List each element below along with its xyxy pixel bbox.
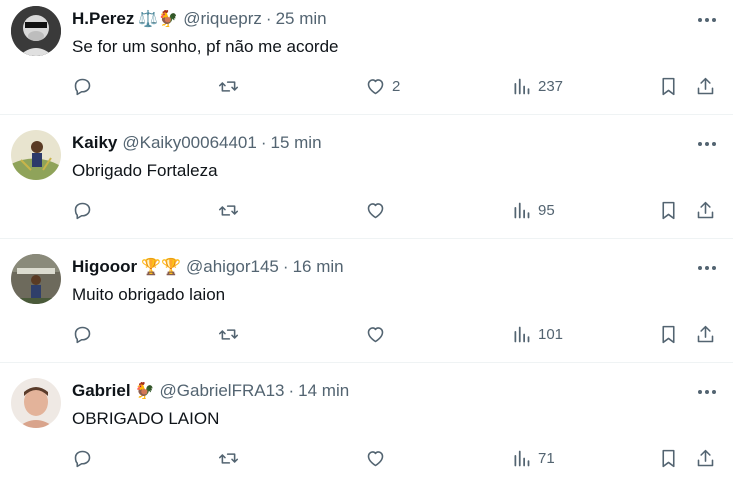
tweet[interactable]: Kaiky @Kaiky00064401 · 15 min Obrigado F… bbox=[0, 115, 733, 239]
retweet-button[interactable] bbox=[218, 76, 239, 97]
retweet-icon bbox=[218, 205, 239, 216]
author-emoji: ⚖️🐓 bbox=[138, 11, 179, 28]
reply-icon bbox=[74, 450, 91, 468]
like-button[interactable] bbox=[365, 200, 386, 221]
more-icon[interactable] bbox=[695, 132, 719, 156]
retweet-button[interactable] bbox=[218, 448, 239, 469]
tweet-text: Obrigado Fortaleza bbox=[72, 161, 218, 180]
retweet-button[interactable] bbox=[218, 200, 239, 221]
author-handle[interactable]: @Kaiky00064401 bbox=[122, 133, 256, 153]
author-name[interactable]: Gabriel bbox=[72, 381, 131, 401]
views-icon bbox=[514, 78, 530, 95]
reply-icon bbox=[74, 202, 91, 220]
tweet-text: Muito obrigado laion bbox=[72, 285, 226, 304]
reply-button[interactable] bbox=[72, 200, 93, 221]
views-button[interactable]: 101 bbox=[511, 324, 563, 345]
author-handle[interactable]: @ahigor145 bbox=[186, 257, 279, 277]
avatar[interactable] bbox=[11, 254, 61, 304]
share-icon bbox=[697, 325, 714, 343]
share-button[interactable] bbox=[695, 200, 716, 221]
reply-button[interactable] bbox=[72, 76, 93, 97]
retweet-icon bbox=[218, 329, 239, 340]
share-button[interactable] bbox=[695, 76, 716, 97]
author-name[interactable]: Kaiky bbox=[72, 133, 117, 153]
more-icon[interactable] bbox=[695, 256, 719, 280]
share-icon bbox=[697, 201, 714, 219]
bookmark-button[interactable] bbox=[658, 200, 679, 221]
bookmark-icon bbox=[662, 449, 675, 468]
share-button[interactable] bbox=[695, 448, 716, 469]
tweet[interactable]: Higooor 🏆🏆 @ahigor145 · 16 min Muito obr… bbox=[0, 239, 733, 363]
retweet-icon bbox=[218, 453, 239, 464]
author-name[interactable]: H.Perez bbox=[72, 9, 134, 29]
bookmark-icon bbox=[662, 325, 675, 344]
tweet-text: Se for um sonho, pf não me acorde bbox=[72, 37, 339, 56]
views-icon bbox=[514, 202, 530, 219]
bookmark-icon bbox=[662, 201, 675, 220]
author-emoji: 🐓 bbox=[134, 383, 155, 400]
views-button[interactable]: 237 bbox=[511, 76, 563, 97]
share-icon bbox=[697, 449, 714, 467]
retweet-button[interactable] bbox=[218, 324, 239, 345]
avatar-image bbox=[11, 130, 61, 180]
views-icon bbox=[514, 326, 530, 343]
views-button[interactable]: 71 bbox=[511, 448, 555, 469]
view-count: 71 bbox=[538, 450, 555, 467]
share-icon bbox=[697, 77, 714, 95]
share-button[interactable] bbox=[695, 324, 716, 345]
views-icon bbox=[514, 450, 530, 467]
avatar[interactable] bbox=[11, 6, 61, 56]
view-count: 237 bbox=[538, 78, 564, 95]
avatar[interactable] bbox=[11, 378, 61, 428]
author-emoji: 🏆🏆 bbox=[141, 259, 181, 276]
bookmark-button[interactable] bbox=[658, 448, 679, 469]
author-handle[interactable]: @riqueprz bbox=[183, 9, 262, 29]
author-handle[interactable]: @GabrielFRA13 bbox=[160, 381, 285, 401]
author-name[interactable]: Higooor bbox=[72, 257, 137, 277]
reply-icon bbox=[74, 78, 91, 96]
like-button[interactable] bbox=[365, 448, 386, 469]
timestamp[interactable]: 16 min bbox=[293, 257, 344, 277]
bookmark-icon bbox=[662, 77, 675, 96]
avatar-image bbox=[11, 378, 61, 428]
like-icon bbox=[367, 327, 384, 343]
like-button[interactable]: 2 bbox=[365, 76, 400, 97]
more-icon[interactable] bbox=[695, 380, 719, 404]
separator: · bbox=[260, 133, 267, 152]
tweet-text: OBRIGADO LAION bbox=[72, 409, 220, 428]
view-count: 101 bbox=[538, 326, 564, 343]
avatar[interactable] bbox=[11, 130, 61, 180]
like-count: 2 bbox=[392, 78, 401, 95]
reply-icon bbox=[74, 326, 91, 344]
timestamp[interactable]: 25 min bbox=[276, 9, 327, 29]
avatar-image bbox=[11, 6, 61, 56]
tweet[interactable]: Gabriel 🐓 @GabrielFRA13 · 14 min OBRIGAD… bbox=[0, 363, 733, 485]
bookmark-button[interactable] bbox=[658, 324, 679, 345]
separator: · bbox=[282, 257, 289, 276]
avatar-image bbox=[11, 254, 61, 304]
retweet-icon bbox=[218, 81, 239, 92]
reply-button[interactable] bbox=[72, 448, 93, 469]
timestamp[interactable]: 15 min bbox=[271, 133, 322, 153]
reply-button[interactable] bbox=[72, 324, 93, 345]
bookmark-button[interactable] bbox=[658, 76, 679, 97]
separator: · bbox=[288, 381, 295, 400]
like-icon bbox=[367, 451, 384, 467]
view-count: 95 bbox=[538, 202, 555, 219]
timestamp[interactable]: 14 min bbox=[298, 381, 349, 401]
views-button[interactable]: 95 bbox=[511, 200, 555, 221]
more-icon[interactable] bbox=[695, 8, 719, 32]
like-button[interactable] bbox=[365, 324, 386, 345]
like-icon bbox=[367, 203, 384, 219]
tweet[interactable]: H.Perez ⚖️🐓 @riqueprz · 25 min Se for um… bbox=[0, 0, 733, 115]
separator: · bbox=[265, 9, 272, 28]
like-icon bbox=[367, 79, 384, 95]
